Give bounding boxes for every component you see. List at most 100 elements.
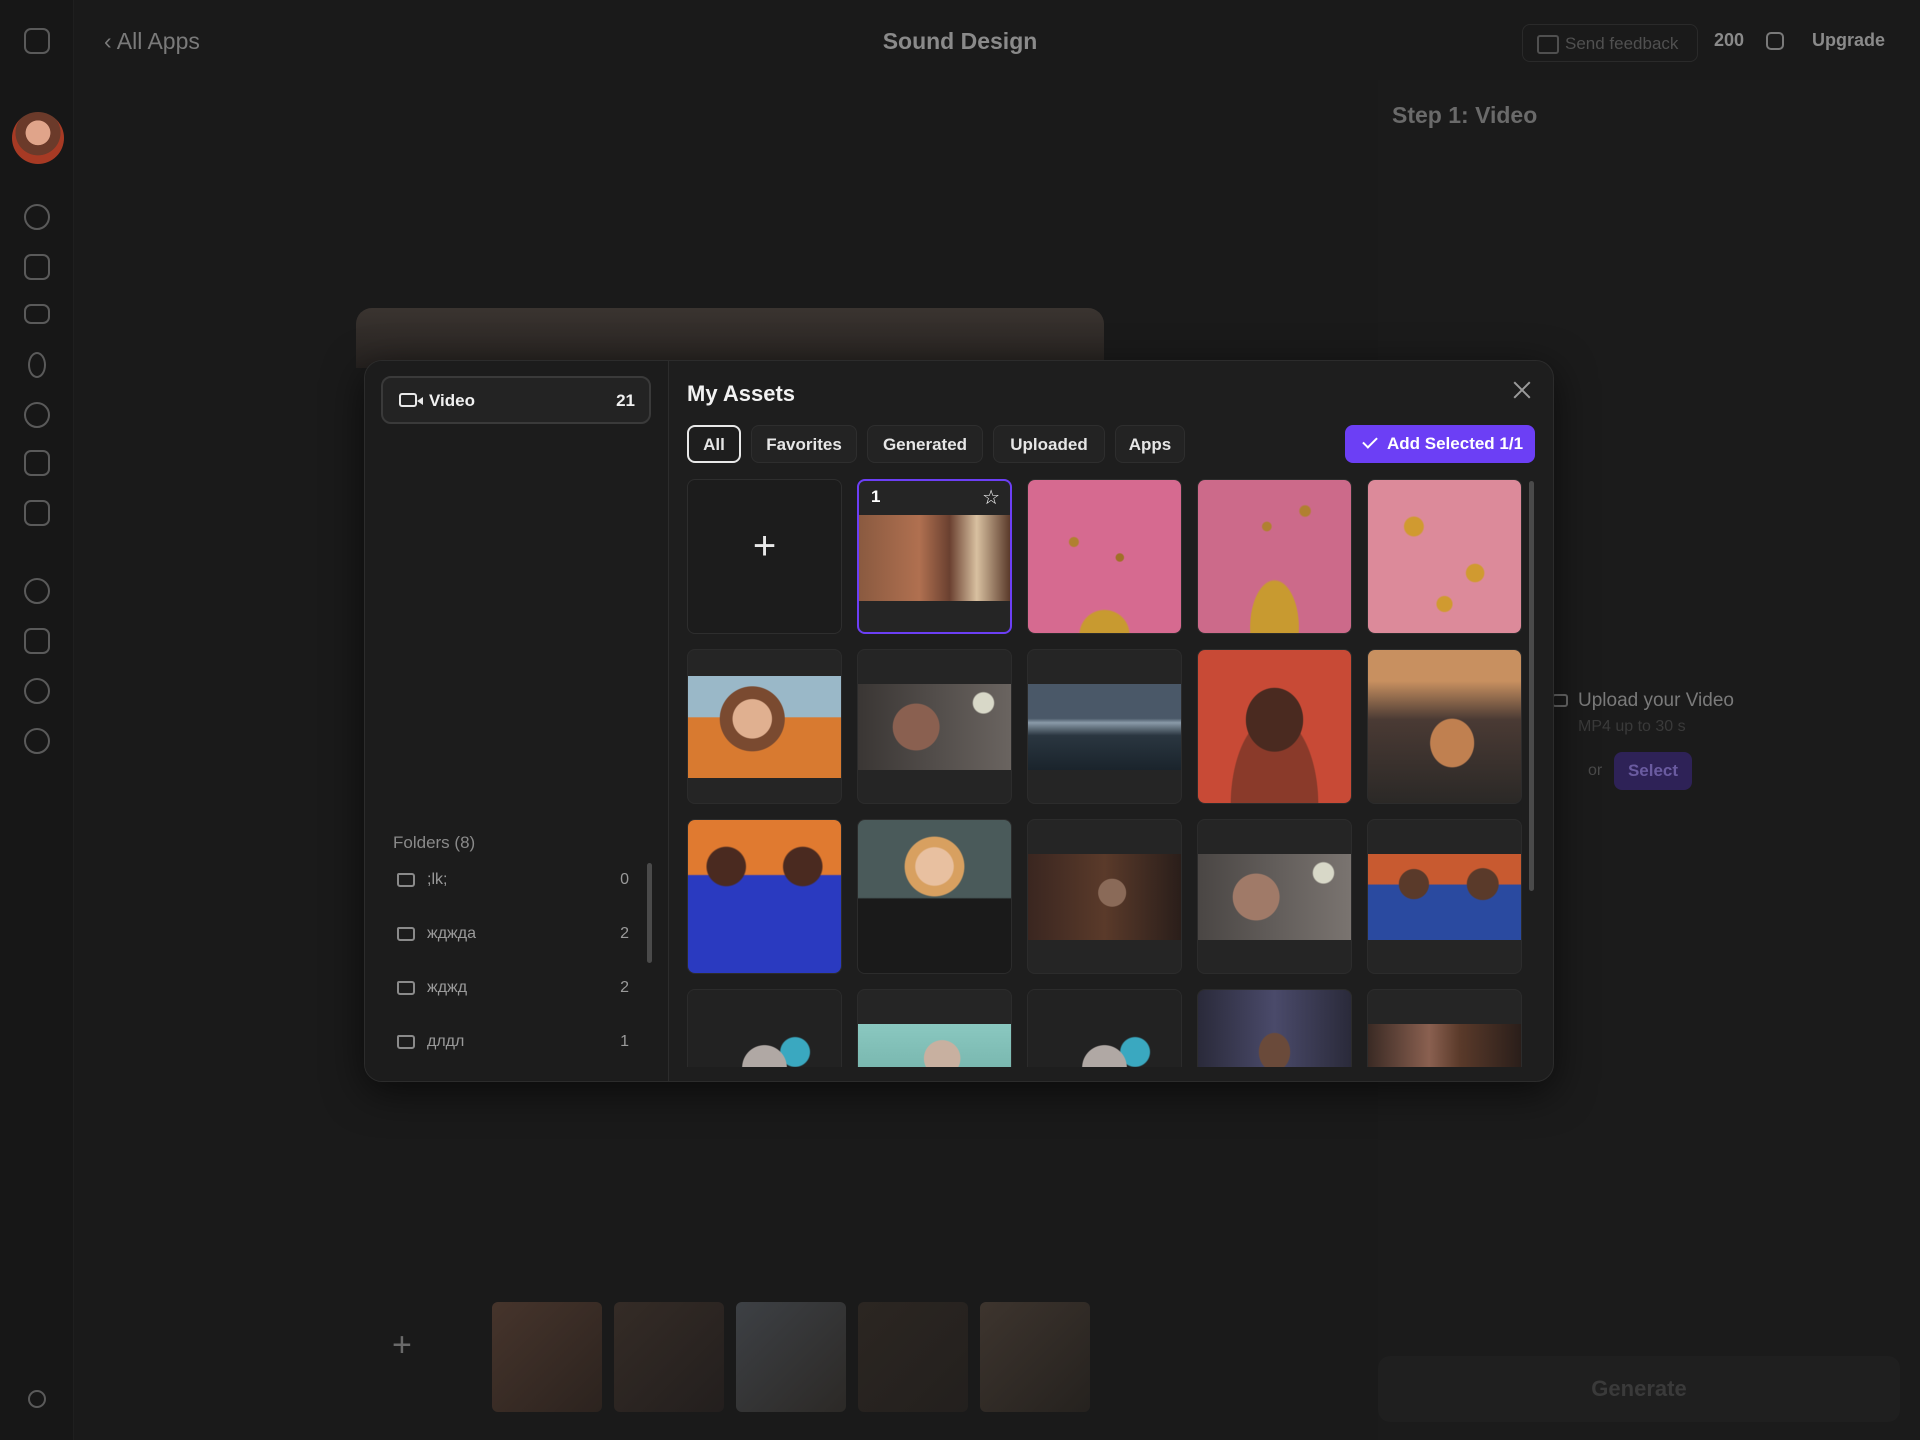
upload-video-icon — [1552, 694, 1568, 707]
grid-scrollbar[interactable] — [1529, 481, 1534, 891]
my-assets-modal: Video 21 Folders (8) ;lk; 0 жджда 2 жджд… — [364, 360, 1554, 1082]
asset-tile[interactable] — [857, 649, 1012, 804]
folder-count: 2 — [620, 925, 629, 942]
strip-thumbnail[interactable] — [614, 1302, 724, 1412]
asset-tile[interactable] — [857, 989, 1012, 1067]
plus-icon[interactable]: + — [392, 1326, 412, 1365]
asset-tile[interactable] — [1197, 479, 1352, 634]
folder-name: ;lk; — [427, 871, 448, 888]
asset-tile[interactable] — [1367, 649, 1522, 804]
video-thumbnail — [1198, 480, 1351, 633]
asset-tile[interactable] — [1367, 819, 1522, 974]
asset-tile[interactable] — [1197, 649, 1352, 804]
folder-item[interactable]: ;lk; 0 — [393, 865, 629, 897]
video-thumbnail — [1028, 990, 1181, 1067]
sidebar-scrollbar[interactable] — [647, 863, 652, 963]
folder-icon — [397, 873, 415, 887]
video-thumbnail — [859, 515, 1010, 601]
select-button[interactable]: Select — [1614, 752, 1692, 790]
asset-tile-selected[interactable]: 1 ☆ — [857, 479, 1012, 634]
profile-icon[interactable] — [24, 578, 50, 604]
left-rail — [0, 0, 74, 1440]
face-icon[interactable] — [24, 402, 50, 428]
video-thumbnail — [1368, 650, 1521, 803]
video-thumbnail — [1198, 990, 1351, 1067]
video-thumbnail — [1368, 1024, 1521, 1067]
video-thumbnail — [1368, 480, 1521, 633]
help-icon[interactable] — [24, 728, 50, 754]
asset-tile[interactable] — [687, 649, 842, 804]
video-category-tab[interactable]: Video 21 — [381, 376, 651, 424]
upload-title: Upload your Video — [1578, 690, 1734, 711]
avatar[interactable] — [12, 112, 64, 164]
image-icon[interactable] — [24, 254, 50, 280]
send-feedback-button[interactable]: Send feedback — [1522, 24, 1698, 62]
video-thumbnail — [1198, 650, 1351, 803]
star-icon[interactable]: ☆ — [982, 485, 1000, 510]
tab-favorites[interactable]: Favorites — [751, 425, 857, 463]
strip-thumbnail[interactable] — [492, 1302, 602, 1412]
asset-grid: + 1 ☆ — [687, 479, 1539, 1067]
video-thumbnail — [1028, 480, 1181, 633]
selection-number: 1 — [871, 487, 881, 506]
asset-tile[interactable] — [1367, 989, 1522, 1067]
apps-grid-icon[interactable] — [24, 450, 50, 476]
folder-count: 2 — [620, 979, 629, 996]
video-category-count: 21 — [616, 391, 635, 410]
plus-icon: + — [752, 524, 777, 568]
video-camera-icon — [399, 393, 423, 407]
asset-tile[interactable] — [1027, 649, 1182, 804]
folder-count: 0 — [620, 871, 629, 888]
tab-apps[interactable]: Apps — [1115, 425, 1185, 463]
upload-hint: MP4 up to 30 s — [1578, 718, 1686, 735]
tab-generated[interactable]: Generated — [867, 425, 983, 463]
diamond-icon[interactable] — [24, 628, 50, 654]
asset-tile[interactable] — [1027, 819, 1182, 974]
credits-count: 200 — [1714, 30, 1745, 50]
asset-tile[interactable] — [1197, 819, 1352, 974]
asset-tile[interactable] — [1367, 479, 1522, 634]
video-icon[interactable] — [24, 304, 50, 324]
add-selected-label: Add Selected 1/1 — [1387, 434, 1524, 453]
video-thumbnail — [858, 820, 1011, 973]
folder-icon — [397, 981, 415, 995]
history-icon[interactable] — [24, 678, 50, 704]
video-thumbnail — [688, 676, 841, 778]
folder-name: жджд — [427, 979, 468, 996]
modal-title: My Assets — [687, 381, 796, 406]
add-selected-button[interactable]: Add Selected 1/1 — [1345, 425, 1535, 463]
folder-count: 1 — [620, 1033, 629, 1050]
video-category-label: Video — [429, 391, 475, 410]
asset-tile[interactable] — [687, 989, 842, 1067]
folder-item[interactable]: жджда 2 — [393, 919, 629, 951]
generate-button[interactable]: Generate — [1378, 1356, 1900, 1422]
share-icon[interactable] — [28, 1390, 46, 1408]
upload-asset-tile[interactable]: + — [687, 479, 842, 634]
check-icon — [1362, 433, 1378, 449]
modal-sidebar: Video 21 Folders (8) ;lk; 0 жджда 2 жджд… — [365, 361, 669, 1081]
folder-item[interactable]: жджд 2 — [393, 973, 629, 1005]
video-thumbnail — [1028, 854, 1181, 940]
microphone-icon[interactable] — [28, 352, 46, 378]
close-icon[interactable] — [1507, 375, 1537, 405]
video-thumbnail — [1028, 684, 1181, 770]
tab-all[interactable]: All — [687, 425, 741, 463]
library-icon[interactable] — [24, 500, 50, 526]
credits-icon — [1766, 32, 1784, 50]
strip-thumbnail[interactable] — [858, 1302, 968, 1412]
asset-tile[interactable] — [687, 819, 842, 974]
upgrade-button[interactable]: Upgrade — [1812, 30, 1885, 51]
asset-tile[interactable] — [1197, 989, 1352, 1067]
preview-area — [356, 308, 1104, 368]
asset-tile[interactable] — [1027, 479, 1182, 634]
folder-item[interactable]: длдл 1 — [393, 1027, 629, 1059]
folder-icon — [397, 1035, 415, 1049]
step-title: Step 1: Video — [1392, 102, 1538, 128]
chat-icon[interactable] — [24, 204, 50, 230]
asset-tile[interactable] — [857, 819, 1012, 974]
asset-tile[interactable] — [1027, 989, 1182, 1067]
strip-thumbnail[interactable] — [980, 1302, 1090, 1412]
folders-title: Folders (8) — [393, 833, 476, 852]
tab-uploaded[interactable]: Uploaded — [993, 425, 1105, 463]
strip-thumbnail[interactable] — [736, 1302, 846, 1412]
